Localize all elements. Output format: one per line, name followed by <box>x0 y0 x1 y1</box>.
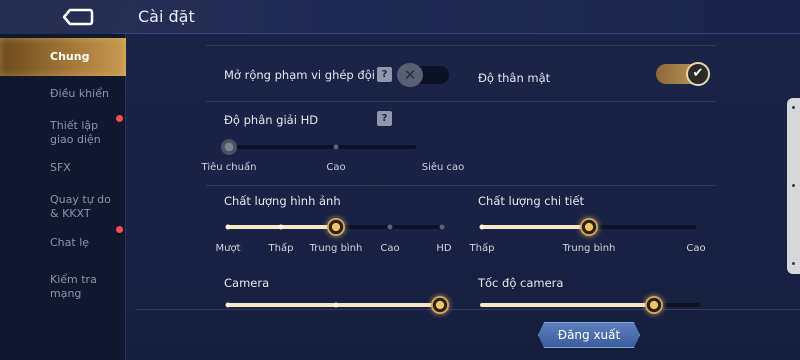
detail-quality-slider-fill <box>480 225 588 229</box>
detail-quality-slider-knob[interactable] <box>580 218 598 236</box>
match-range-toggle[interactable]: ✕ <box>397 63 449 87</box>
camera-speed-slider-fill <box>480 303 654 307</box>
handle-dot <box>792 106 795 109</box>
sidebar-item-interface[interactable]: Thiết lập giao diện <box>0 119 118 147</box>
tick-label: Cao <box>326 162 346 173</box>
handle-dot <box>792 184 795 187</box>
help-icon[interactable]: ? <box>377 67 392 82</box>
divider <box>206 185 716 186</box>
sidebar-item-label: Quay tự do & KKXT <box>50 193 111 220</box>
sidebar-item-quick-chat[interactable]: Chat lẹ <box>0 236 126 250</box>
sidebar-item-sfx[interactable]: SFX <box>0 161 126 175</box>
page-title: Cài đặt <box>138 7 195 26</box>
back-arrow-icon[interactable] <box>60 8 94 26</box>
divider <box>206 101 716 102</box>
help-icon[interactable]: ? <box>377 111 392 126</box>
slider-stop <box>278 224 284 230</box>
detail-quality-label: Chất lượng chi tiết <box>478 194 585 208</box>
notification-dot <box>116 115 123 122</box>
sidebar-item-controls[interactable]: Điều khiển <box>0 87 126 101</box>
resolution-label: Độ phân giải HD <box>224 113 319 127</box>
notification-dot <box>116 226 123 233</box>
resolution-slider-track[interactable] <box>226 145 416 149</box>
tick-label: Trung bình <box>562 243 616 254</box>
close-icon: ✕ <box>397 63 423 87</box>
sidebar-item-label: Kiểm tra mạng <box>50 273 97 300</box>
camera-slider-knob[interactable] <box>431 296 449 314</box>
sidebar-item-general[interactable]: Chung <box>0 38 126 76</box>
slider-stop <box>333 302 339 308</box>
slider-stop <box>479 224 485 230</box>
intimacy-toggle[interactable]: ✔ <box>656 62 710 86</box>
sidebar-item-network-test[interactable]: Kiểm tra mạng <box>0 273 126 301</box>
slider-stop <box>333 144 339 150</box>
top-bar: Cài đặt <box>0 0 800 34</box>
sidebar-item-label: Thiết lập giao diện <box>50 119 101 146</box>
tick-label: Thấp <box>268 243 294 254</box>
side-handle[interactable] <box>787 98 800 274</box>
slider-stop <box>387 224 393 230</box>
check-icon: ✔ <box>686 62 710 86</box>
divider <box>206 45 716 46</box>
logout-button[interactable]: Đăng xuất <box>538 322 640 348</box>
divider <box>136 309 800 310</box>
intimacy-label: Độ thân mật <box>478 71 551 85</box>
tick-label: Cao <box>380 243 400 254</box>
tick-label: Siêu cao <box>421 162 465 173</box>
tick-label: Tiêu chuẩn <box>201 162 257 173</box>
back-button-panel <box>0 0 128 34</box>
sidebar-item-freecam[interactable]: Quay tự do & KKXT <box>0 193 120 221</box>
tick-label: Trung bình <box>309 243 363 254</box>
match-range-label: Mở rộng phạm vi ghép đội <box>224 68 375 82</box>
slider-stop <box>225 302 231 308</box>
tick-label: Thấp <box>469 243 495 254</box>
sidebar: Chung Điều khiển Thiết lập giao diện SFX… <box>0 34 126 360</box>
camera-label: Camera <box>224 276 270 290</box>
slider-stop <box>439 224 445 230</box>
slider-stop <box>225 224 231 230</box>
camera-speed-slider-knob[interactable] <box>645 296 663 314</box>
sidebar-item-label: SFX <box>50 161 71 174</box>
tick-label: HD <box>436 243 452 254</box>
image-quality-label: Chất lượng hình ảnh <box>224 194 341 208</box>
sidebar-item-label: Chung <box>50 50 90 63</box>
camera-speed-label: Tốc độ camera <box>478 276 564 290</box>
tick-label: Cao <box>686 243 706 254</box>
tick-label: Mượt <box>215 243 241 254</box>
image-quality-slider-knob[interactable] <box>327 218 345 236</box>
handle-dot <box>792 262 795 265</box>
sidebar-item-label: Chat lẹ <box>50 236 90 249</box>
sidebar-item-label: Điều khiển <box>50 87 109 100</box>
resolution-slider-knob[interactable] <box>221 139 237 155</box>
